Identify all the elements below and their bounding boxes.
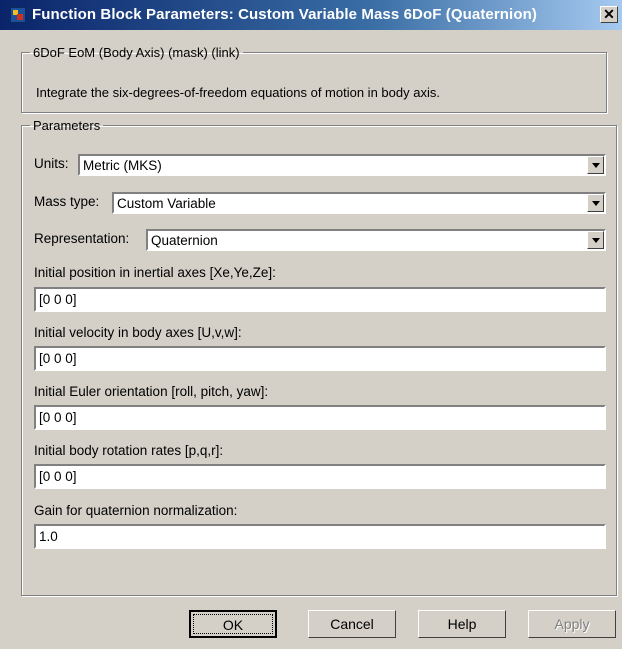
cancel-button[interactable]: Cancel (308, 610, 396, 638)
initial-position-label: Initial position in inertial axes [Xe,Ye… (34, 265, 276, 280)
representation-label: Representation: (34, 231, 130, 246)
representation-dropdown[interactable]: Quaternion (146, 229, 606, 251)
mass-type-label: Mass type: (34, 194, 100, 209)
representation-value: Quaternion (151, 233, 218, 248)
title-bar[interactable]: Function Block Parameters: Custom Variab… (0, 0, 622, 30)
initial-position-field[interactable]: [0 0 0] (34, 287, 606, 312)
chevron-down-icon[interactable] (587, 194, 604, 212)
chevron-down-icon[interactable] (587, 156, 604, 174)
ok-button-label: OK (193, 614, 273, 634)
units-dropdown[interactable]: Metric (MKS) (78, 154, 606, 176)
parameters-legend: Parameters (33, 118, 101, 133)
apply-button[interactable]: Apply (528, 610, 616, 638)
mass-type-value: Custom Variable (117, 196, 216, 211)
window-title: Function Block Parameters: Custom Variab… (32, 6, 537, 23)
ok-button[interactable]: OK (189, 610, 277, 638)
initial-velocity-value: [0 0 0] (39, 351, 77, 366)
chevron-down-icon[interactable] (587, 231, 604, 249)
mask-description: Integrate the six-degrees-of-freedom equ… (36, 85, 440, 100)
initial-euler-label: Initial Euler orientation [roll, pitch, … (34, 384, 269, 399)
close-icon[interactable]: ✕ (600, 6, 618, 23)
help-button[interactable]: Help (418, 610, 506, 638)
initial-rates-value: [0 0 0] (39, 469, 77, 484)
initial-position-value: [0 0 0] (39, 292, 77, 307)
initial-rates-field[interactable]: [0 0 0] (34, 464, 606, 489)
units-label: Units: (34, 156, 69, 171)
mask-description-group: 6DoF EoM (Body Axis) (mask) (link) Integ… (21, 45, 607, 113)
initial-euler-value: [0 0 0] (39, 410, 77, 425)
initial-euler-field[interactable]: [0 0 0] (34, 405, 606, 430)
gain-value: 1.0 (39, 529, 58, 544)
units-value: Metric (MKS) (83, 158, 162, 173)
simulink-block-icon (10, 7, 26, 23)
gain-field[interactable]: 1.0 (34, 524, 606, 549)
mass-type-dropdown[interactable]: Custom Variable (112, 192, 606, 214)
initial-velocity-field[interactable]: [0 0 0] (34, 346, 606, 371)
initial-velocity-label: Initial velocity in body axes [U,v,w]: (34, 325, 242, 340)
initial-rates-label: Initial body rotation rates [p,q,r]: (34, 443, 224, 458)
mask-header: 6DoF EoM (Body Axis) (mask) (link) (33, 45, 240, 60)
gain-label: Gain for quaternion normalization: (34, 503, 238, 518)
